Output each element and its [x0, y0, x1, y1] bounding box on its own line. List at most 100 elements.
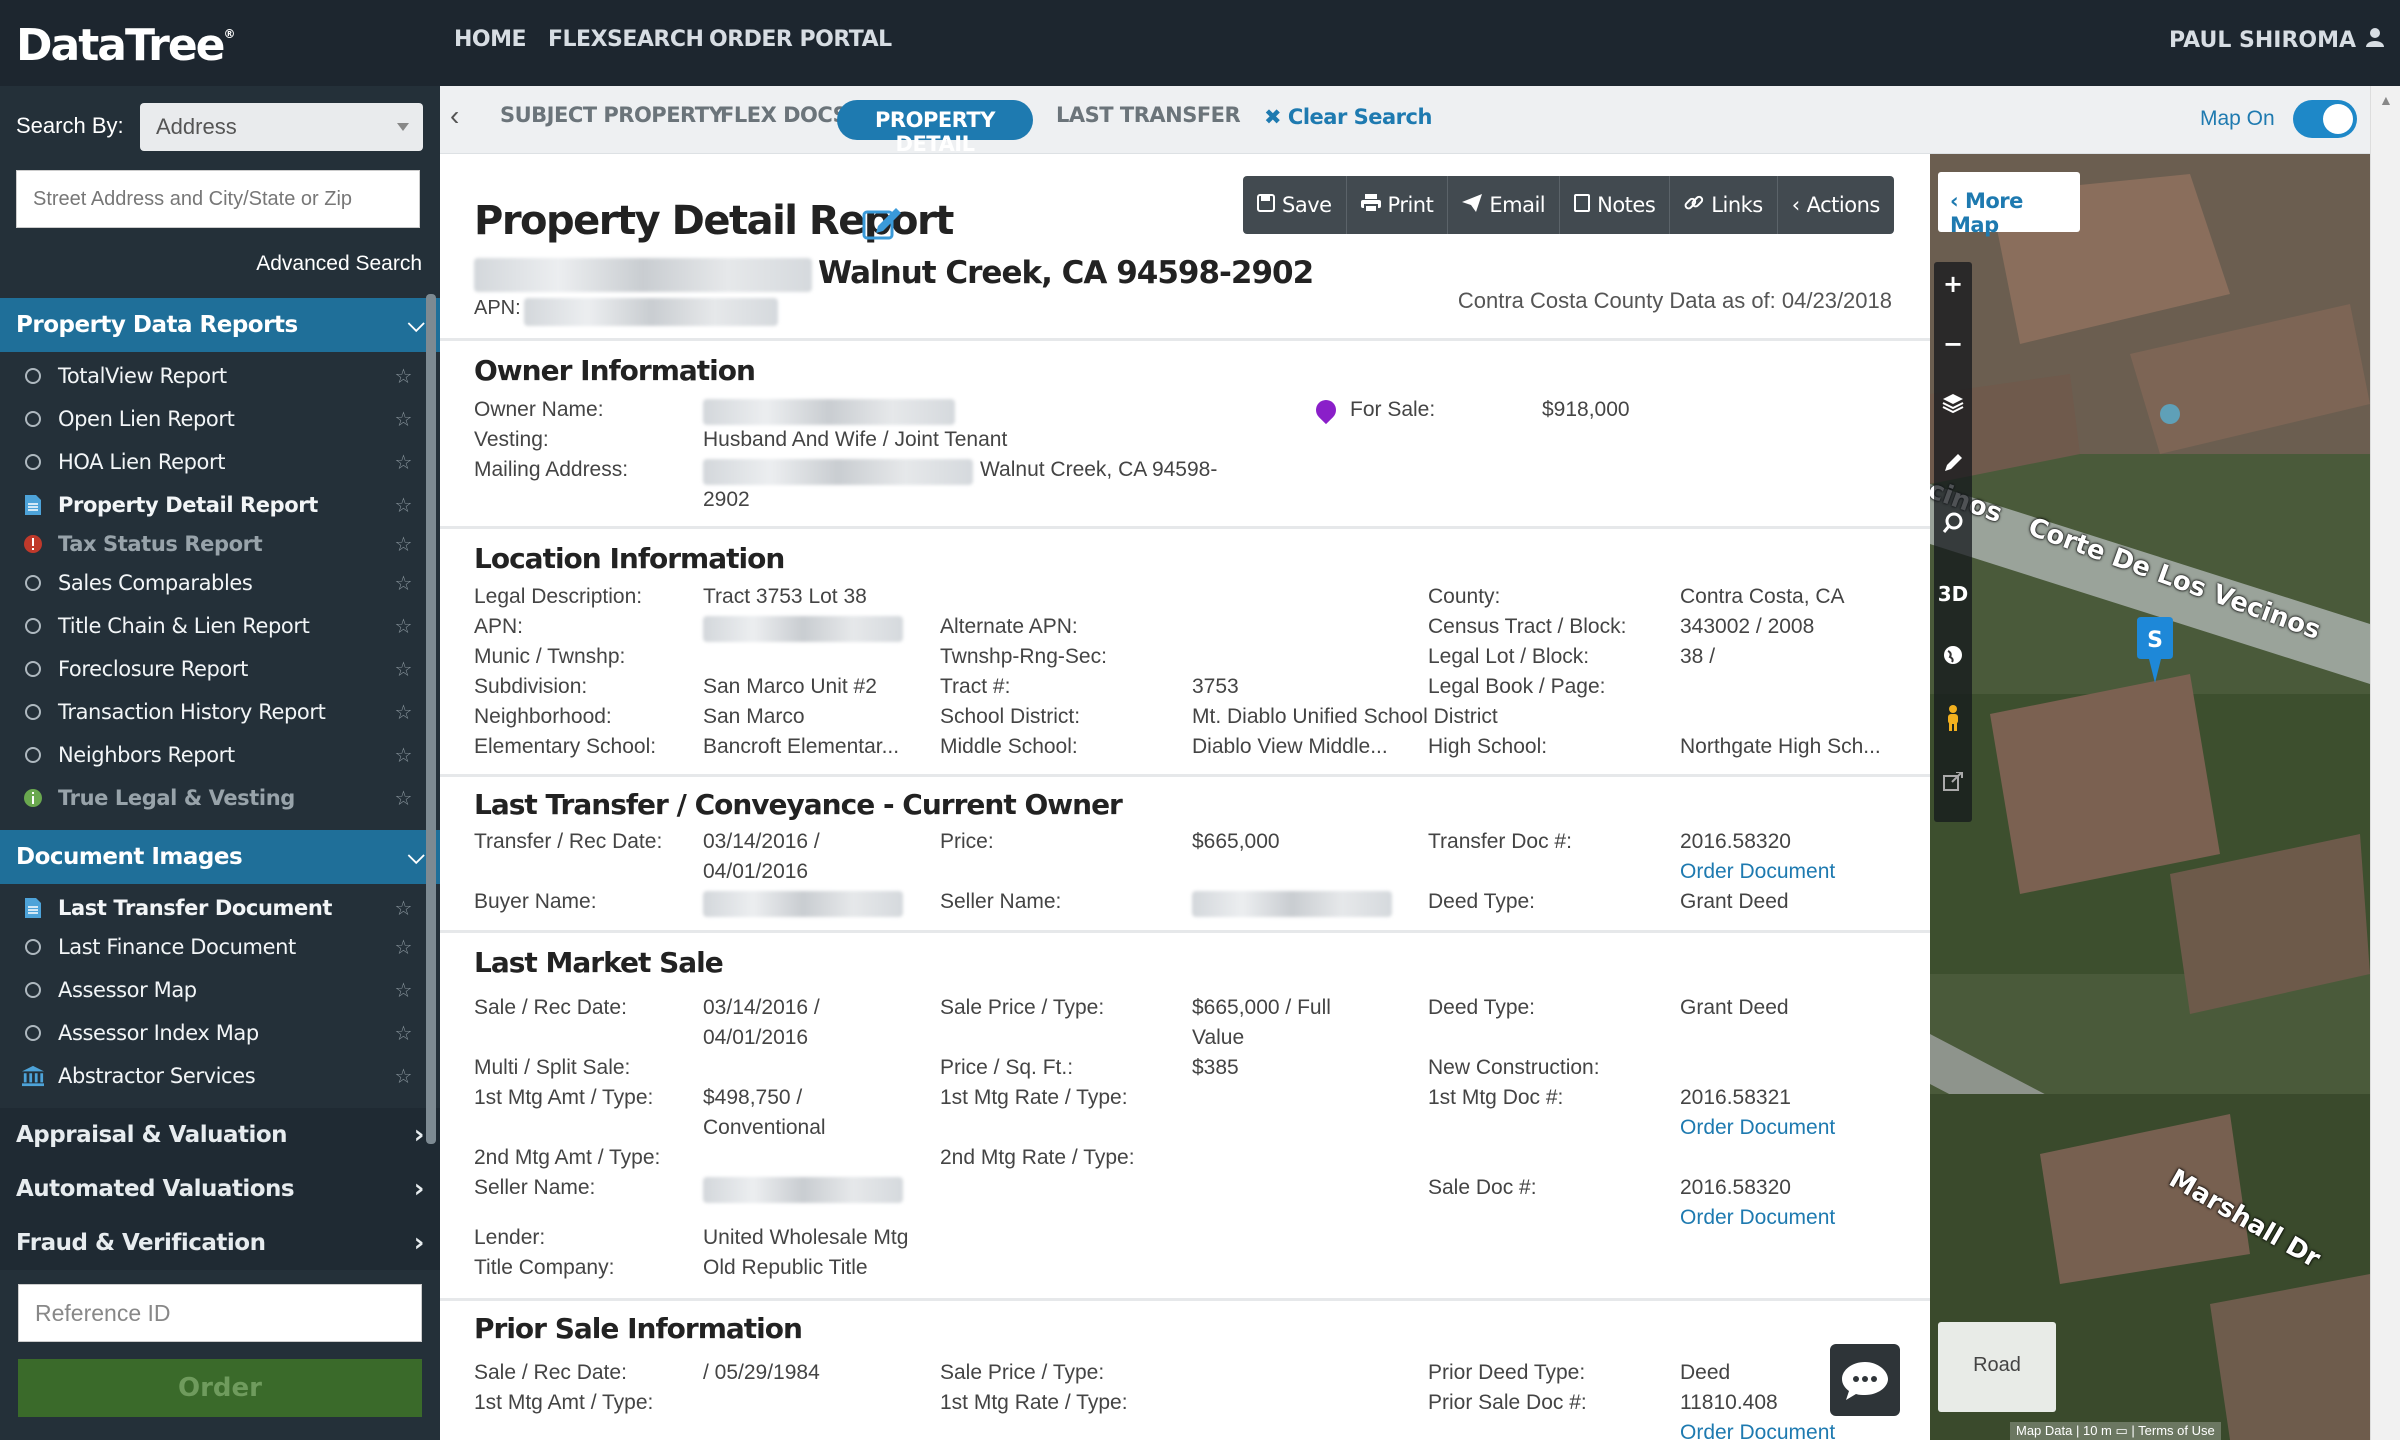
sidebar: Search By: Address Street Address and Ci…: [0, 86, 440, 1440]
sidebar-item-assessor-index-map[interactable]: Assessor Index Map ☆: [0, 1011, 420, 1054]
order-document-link[interactable]: Order Document: [1680, 1418, 1835, 1440]
star-icon[interactable]: ☆: [394, 935, 412, 959]
actions-button[interactable]: ‹ Actions: [1778, 176, 1894, 234]
external-icon[interactable]: [1934, 770, 1972, 798]
datatree-logo[interactable]: DataTree®: [16, 20, 236, 71]
star-icon[interactable]: ☆: [394, 700, 412, 724]
star-icon[interactable]: ☆: [394, 1021, 412, 1045]
user-menu[interactable]: PAUL SHIROMA: [2169, 27, 2384, 53]
nav-order-portal[interactable]: ORDER PORTAL: [709, 27, 892, 52]
sidebar-scrollbar[interactable]: [426, 294, 436, 1144]
sidebar-item-totalview[interactable]: TotalView Report ☆: [0, 354, 420, 397]
layers-icon[interactable]: [1934, 392, 1972, 420]
star-icon[interactable]: ☆: [394, 532, 412, 556]
star-icon[interactable]: ☆: [394, 571, 412, 595]
links-button[interactable]: Links: [1670, 176, 1778, 234]
scroll-up-icon[interactable]: ▲: [2379, 92, 2393, 108]
search-icon[interactable]: [1934, 512, 1972, 540]
sidebar-item-last-transfer-document[interactable]: Last Transfer Document ☆: [0, 886, 420, 929]
sidebar-item-tax-status[interactable]: Tax Status Report ☆: [0, 522, 420, 565]
star-icon[interactable]: ☆: [394, 896, 412, 920]
sidebar-item-true-legal[interactable]: True Legal & Vesting ☆: [0, 776, 420, 819]
deed-type-value: Grant Deed: [1680, 996, 1789, 1019]
road-view-button[interactable]: Road: [1938, 1322, 2056, 1412]
sidebar-item-neighbors[interactable]: Neighbors Report ☆: [0, 733, 420, 776]
advanced-search-link[interactable]: Advanced Search: [256, 252, 422, 276]
map-toggle[interactable]: [2293, 100, 2357, 138]
order-button[interactable]: Order: [18, 1359, 422, 1417]
star-icon[interactable]: ☆: [394, 407, 412, 431]
user-name: PAUL SHIROMA: [2169, 27, 2356, 53]
email-button[interactable]: Email: [1448, 176, 1561, 234]
star-icon[interactable]: ☆: [394, 743, 412, 767]
edit-icon[interactable]: [862, 204, 904, 245]
star-icon[interactable]: ☆: [394, 978, 412, 1002]
star-icon[interactable]: ☆: [394, 1064, 412, 1088]
circle-icon: [22, 979, 44, 1001]
search-by-select[interactable]: Address: [140, 103, 423, 151]
3d-button[interactable]: 3D: [1934, 582, 1972, 606]
star-icon[interactable]: ☆: [394, 450, 412, 474]
star-icon[interactable]: ☆: [394, 493, 412, 517]
tab-flex-docs[interactable]: FLEX DOCS: [720, 103, 848, 127]
star-icon[interactable]: ☆: [394, 614, 412, 638]
sidebar-item-transaction-history[interactable]: Transaction History Report ☆: [0, 690, 420, 733]
back-chevron-icon[interactable]: ‹: [450, 100, 459, 132]
zoom-out-icon[interactable]: −: [1934, 330, 1972, 358]
sidebar-item-last-finance-document[interactable]: Last Finance Document ☆: [0, 925, 420, 968]
sidebar-item-foreclosure[interactable]: Foreclosure Report ☆: [0, 647, 420, 690]
deed-type-label: Deed Type:: [1428, 996, 1536, 1019]
sidebar-item-hoa-lien[interactable]: HOA Lien Report ☆: [0, 440, 420, 483]
page-scrollbar[interactable]: ▲: [2370, 86, 2400, 1440]
chevron-right-icon: ›: [413, 1228, 425, 1258]
sidebar-item-property-detail[interactable]: Property Detail Report ☆: [0, 483, 420, 526]
sidebar-item-title-chain[interactable]: Title Chain & Lien Report ☆: [0, 604, 420, 647]
zoom-in-icon[interactable]: +: [1934, 270, 1972, 298]
redacted-apn: [524, 298, 778, 326]
sale-date-2: 04/01/2016: [703, 1026, 809, 1049]
apn-label: APN:: [474, 297, 521, 319]
chat-icon: [1842, 1362, 1888, 1400]
order-document-link[interactable]: Order Document: [1680, 857, 1835, 887]
star-icon[interactable]: ☆: [394, 657, 412, 681]
pegman-icon[interactable]: [1934, 704, 1972, 738]
notes-button[interactable]: Notes: [1560, 176, 1671, 234]
sale-price-label: Sale Price / Type:: [940, 996, 1105, 1019]
deed-type-value: Grant Deed: [1680, 890, 1789, 913]
pencil-icon[interactable]: [1934, 452, 1972, 480]
star-icon[interactable]: ☆: [394, 786, 412, 810]
address-search-input[interactable]: Street Address and City/State or Zip: [16, 170, 420, 228]
order-document-link[interactable]: Order Document: [1680, 1203, 1835, 1233]
star-icon[interactable]: ☆: [394, 364, 412, 388]
prior-sale-price-label: Sale Price / Type:: [940, 1361, 1105, 1384]
fraud-verification-section[interactable]: Fraud & Verification ›: [0, 1216, 440, 1270]
globe-icon[interactable]: [1934, 644, 1972, 672]
save-icon: [1257, 193, 1275, 217]
save-button[interactable]: Save: [1243, 176, 1347, 234]
nav-flexsearch[interactable]: FLEXSEARCH: [548, 27, 704, 52]
automated-valuations-section[interactable]: Automated Valuations ›: [0, 1162, 440, 1216]
census-tract-value: 343002 / 2008: [1680, 615, 1815, 638]
order-document-link[interactable]: Order Document: [1680, 1113, 1835, 1143]
nav-home[interactable]: HOME: [454, 27, 527, 52]
tab-subject-property[interactable]: SUBJECT PROPERTY: [500, 103, 724, 127]
tab-property-detail[interactable]: PROPERTY DETAIL: [837, 100, 1033, 156]
appraisal-valuation-section[interactable]: Appraisal & Valuation ›: [0, 1108, 440, 1162]
link-icon: [1684, 193, 1704, 218]
more-map-button[interactable]: ‹ More Map: [1938, 172, 2080, 237]
property-data-reports-header[interactable]: Property Data Reports ⌵: [0, 298, 440, 352]
clear-search-link[interactable]: ✖ Clear Search: [1264, 105, 1432, 129]
twnshp-rng-sec-label: Twnshp-Rng-Sec:: [940, 645, 1107, 668]
sidebar-item-sales-comparables[interactable]: Sales Comparables ☆: [0, 561, 420, 604]
sidebar-item-assessor-map[interactable]: Assessor Map ☆: [0, 968, 420, 1011]
map-panel[interactable]: Corte De Los Vecinos Marshall Dr ecinos …: [1930, 154, 2370, 1440]
sidebar-item-abstractor-services[interactable]: Abstractor Services ☆: [0, 1054, 420, 1097]
reference-id-input[interactable]: Reference ID: [18, 1284, 422, 1342]
document-images-header[interactable]: Document Images ⌵: [0, 830, 440, 884]
chat-button[interactable]: [1830, 1344, 1900, 1416]
tab-last-transfer[interactable]: LAST TRANSFER: [1056, 103, 1241, 127]
subject-property-marker[interactable]: S: [2135, 617, 2175, 688]
sidebar-item-open-lien[interactable]: Open Lien Report ☆: [0, 397, 420, 440]
prior-sale-title: Prior Sale Information: [474, 1312, 803, 1345]
print-button[interactable]: Print: [1347, 176, 1449, 234]
